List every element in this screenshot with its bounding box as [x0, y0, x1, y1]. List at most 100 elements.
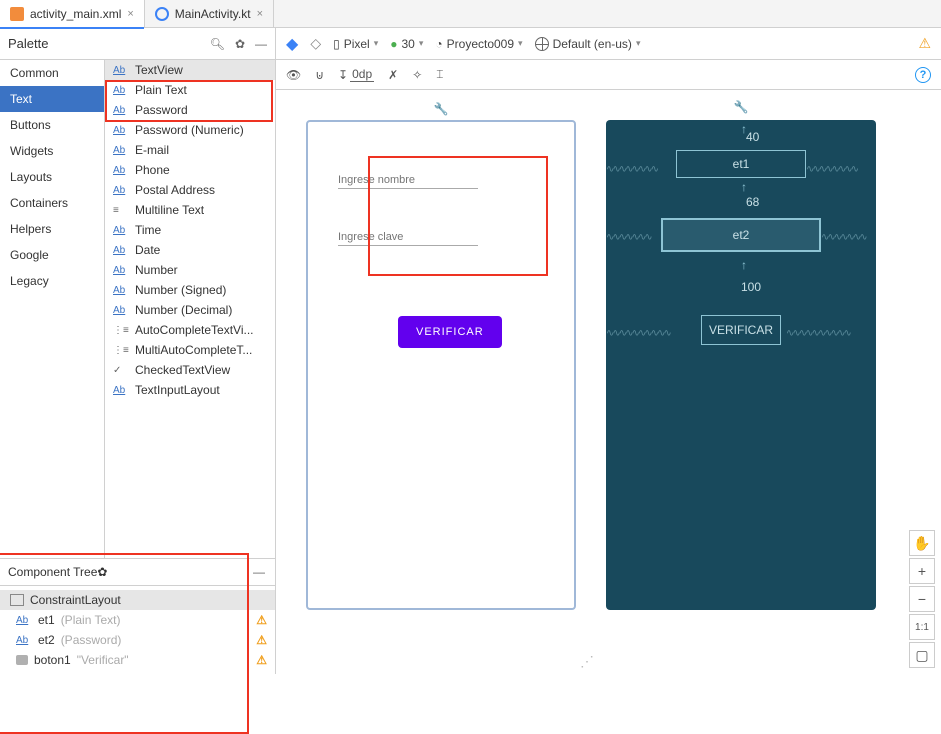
palette-item-number-decimal[interactable]: AbNumber (Decimal): [105, 300, 275, 320]
bp-box-et1[interactable]: et1: [676, 150, 806, 178]
palette-item-number[interactable]: AbNumber: [105, 260, 275, 280]
category-widgets[interactable]: Widgets: [0, 138, 104, 164]
orientation-icon[interactable]: ◇: [310, 35, 321, 52]
view-options-icon[interactable]: 👁: [286, 68, 301, 82]
category-containers[interactable]: Containers: [0, 190, 104, 216]
category-google[interactable]: Google: [0, 242, 104, 268]
default-margin[interactable]: ↧ 0dp: [338, 67, 374, 82]
tree-root[interactable]: ConstraintLayout: [0, 590, 275, 610]
palette-item-time[interactable]: AbTime: [105, 220, 275, 240]
category-common[interactable]: Common: [0, 60, 104, 86]
blueprint-surface[interactable]: 🔧 ∿∿∿∿∿∿∿∿ ∿∿∿∿∿∿∿∿ 40 ↑ et1 68 ↑ ∿∿∿∿∿∿…: [606, 120, 876, 610]
text-icon: Ab: [113, 165, 129, 176]
palette-item-number-signed[interactable]: AbNumber (Signed): [105, 280, 275, 300]
category-buttons[interactable]: Buttons: [0, 112, 104, 138]
help-icon[interactable]: ?: [915, 67, 931, 83]
layout-toolbar: 👁 ⊍ ↧ 0dp ✗ ✧ ⌶ ?: [276, 60, 941, 90]
warning-icon[interactable]: ⚠: [256, 633, 267, 647]
input-et1[interactable]: [338, 172, 478, 189]
design-surface[interactable]: 🔧 VERIFICAR: [306, 120, 576, 610]
zoom-fit-icon[interactable]: ▢: [909, 642, 935, 668]
text-icon: Ab: [113, 285, 129, 296]
gear-icon[interactable]: ✿: [97, 565, 107, 579]
constraint-spring-icon: ∿∿∿∿∿∿∿∿∿∿: [786, 328, 876, 339]
bp-box-et2[interactable]: et2: [661, 218, 821, 252]
infer-constraints-icon[interactable]: ✧: [412, 68, 422, 82]
gear-icon[interactable]: ✿: [235, 37, 245, 51]
collapse-icon[interactable]: —: [255, 37, 267, 51]
palette-item-multiauto[interactable]: ⋮≡MultiAutoCompleteT...: [105, 340, 275, 360]
search-icon[interactable]: 🔍︎: [210, 37, 225, 51]
check-icon: ✓: [113, 365, 129, 376]
category-helpers[interactable]: Helpers: [0, 216, 104, 242]
palette-item-date[interactable]: AbDate: [105, 240, 275, 260]
tab-activity-main[interactable]: activity_main.xml ×: [0, 0, 145, 28]
theme-picker[interactable]: ◔ Proyecto009 ▾: [435, 37, 522, 51]
palette-item-textinputlayout[interactable]: AbTextInputLayout: [105, 380, 275, 400]
category-legacy[interactable]: Legacy: [0, 268, 104, 294]
palette-item-password[interactable]: AbPassword: [105, 100, 275, 120]
input-et2[interactable]: [338, 229, 478, 246]
bp-box-verify[interactable]: VERIFICAR: [701, 315, 781, 345]
palette-item-autocomplete[interactable]: ⋮≡AutoCompleteTextVi...: [105, 320, 275, 340]
palette-items: AbTextView AbPlain Text AbPassword AbPas…: [105, 60, 275, 558]
text-icon: Ab: [113, 245, 129, 256]
palette-item-postal[interactable]: AbPostal Address: [105, 180, 275, 200]
guidelines-icon[interactable]: ⌶: [436, 67, 443, 82]
theme-icon: ◔: [435, 37, 442, 51]
palette-item-phone[interactable]: AbPhone: [105, 160, 275, 180]
tab-label: activity_main.xml: [30, 7, 121, 21]
pan-icon[interactable]: ✋: [909, 530, 935, 556]
component-tree-title: Component Tree: [8, 565, 97, 579]
tree-row-et2[interactable]: Ab et2 (Password) ⚠: [0, 630, 275, 650]
warning-icon[interactable]: ⚠: [256, 613, 267, 627]
palette-title: Palette: [8, 36, 48, 51]
component-tree: ConstraintLayout Ab et1 (Plain Text) ⚠ A…: [0, 586, 275, 674]
close-icon[interactable]: ×: [127, 8, 133, 20]
palette-item-multiline[interactable]: ≡Multiline Text: [105, 200, 275, 220]
zoom-in-icon[interactable]: +: [909, 558, 935, 584]
device-picker[interactable]: ▯ Pixel ▾: [333, 37, 378, 51]
close-icon[interactable]: ×: [257, 8, 263, 20]
category-layouts[interactable]: Layouts: [0, 164, 104, 190]
palette-item-plain-text[interactable]: AbPlain Text: [105, 80, 275, 100]
warning-icon[interactable]: ⚠: [918, 35, 931, 52]
kotlin-file-icon: [155, 7, 169, 21]
wrench-icon[interactable]: 🔧: [734, 100, 749, 114]
magnet-icon[interactable]: ⊍: [315, 68, 324, 82]
palette-item-email[interactable]: AbE-mail: [105, 140, 275, 160]
design-surface-icon[interactable]: ◆: [286, 34, 298, 54]
text-icon: Ab: [113, 385, 129, 396]
tab-mainactivity[interactable]: MainActivity.kt ×: [145, 0, 274, 28]
bp-spacing-top: 40: [746, 130, 759, 144]
collapse-icon[interactable]: —: [251, 565, 267, 579]
constraint-spring-icon: ∿∿∿∿∿∿∿∿∿∿: [606, 328, 696, 339]
constraint-layout-icon: [10, 594, 24, 606]
palette-item-password-numeric[interactable]: AbPassword (Numeric): [105, 120, 275, 140]
palette-item-textview[interactable]: AbTextView: [105, 60, 275, 80]
locale-picker[interactable]: Default (en-us) ▾: [535, 37, 641, 51]
category-text[interactable]: Text: [0, 86, 104, 112]
clear-constraints-icon[interactable]: ✗: [388, 68, 398, 82]
zoom-reset[interactable]: 1:1: [909, 614, 935, 640]
chevron-down-icon: ▾: [636, 38, 641, 49]
zoom-out-icon[interactable]: −: [909, 586, 935, 612]
palette-categories: Common Text Buttons Widgets Layouts Cont…: [0, 60, 105, 558]
xml-file-icon: [10, 7, 24, 21]
tree-row-et1[interactable]: Ab et1 (Plain Text) ⚠: [0, 610, 275, 630]
palette-header: Palette 🔍︎ ✿ —: [0, 28, 275, 60]
constraint-spring-icon: ∿∿∿∿∿∿∿∿: [806, 164, 876, 175]
resize-handle-icon[interactable]: ⋰: [580, 653, 594, 670]
phone-icon: ▯: [333, 37, 340, 51]
design-canvas[interactable]: 🔧 VERIFICAR 🔧 ∿∿∿∿∿∿∿∿ ∿∿∿∿∿∿∿∿ 40 ↑ et1…: [276, 90, 941, 674]
tree-row-boton1[interactable]: boton1 "Verificar" ⚠: [0, 650, 275, 670]
wrench-icon[interactable]: 🔧: [434, 102, 449, 116]
tab-label: MainActivity.kt: [175, 7, 251, 21]
palette-item-checkedtext[interactable]: ✓CheckedTextView: [105, 360, 275, 380]
warning-icon[interactable]: ⚠: [256, 653, 267, 667]
chevron-down-icon: ▾: [419, 38, 424, 49]
bp-spacing-bot: 100: [741, 280, 761, 294]
api-picker[interactable]: ● 30 ▾: [390, 37, 423, 51]
verify-button[interactable]: VERIFICAR: [398, 316, 502, 348]
arrow-up-icon: ↑: [741, 122, 747, 136]
